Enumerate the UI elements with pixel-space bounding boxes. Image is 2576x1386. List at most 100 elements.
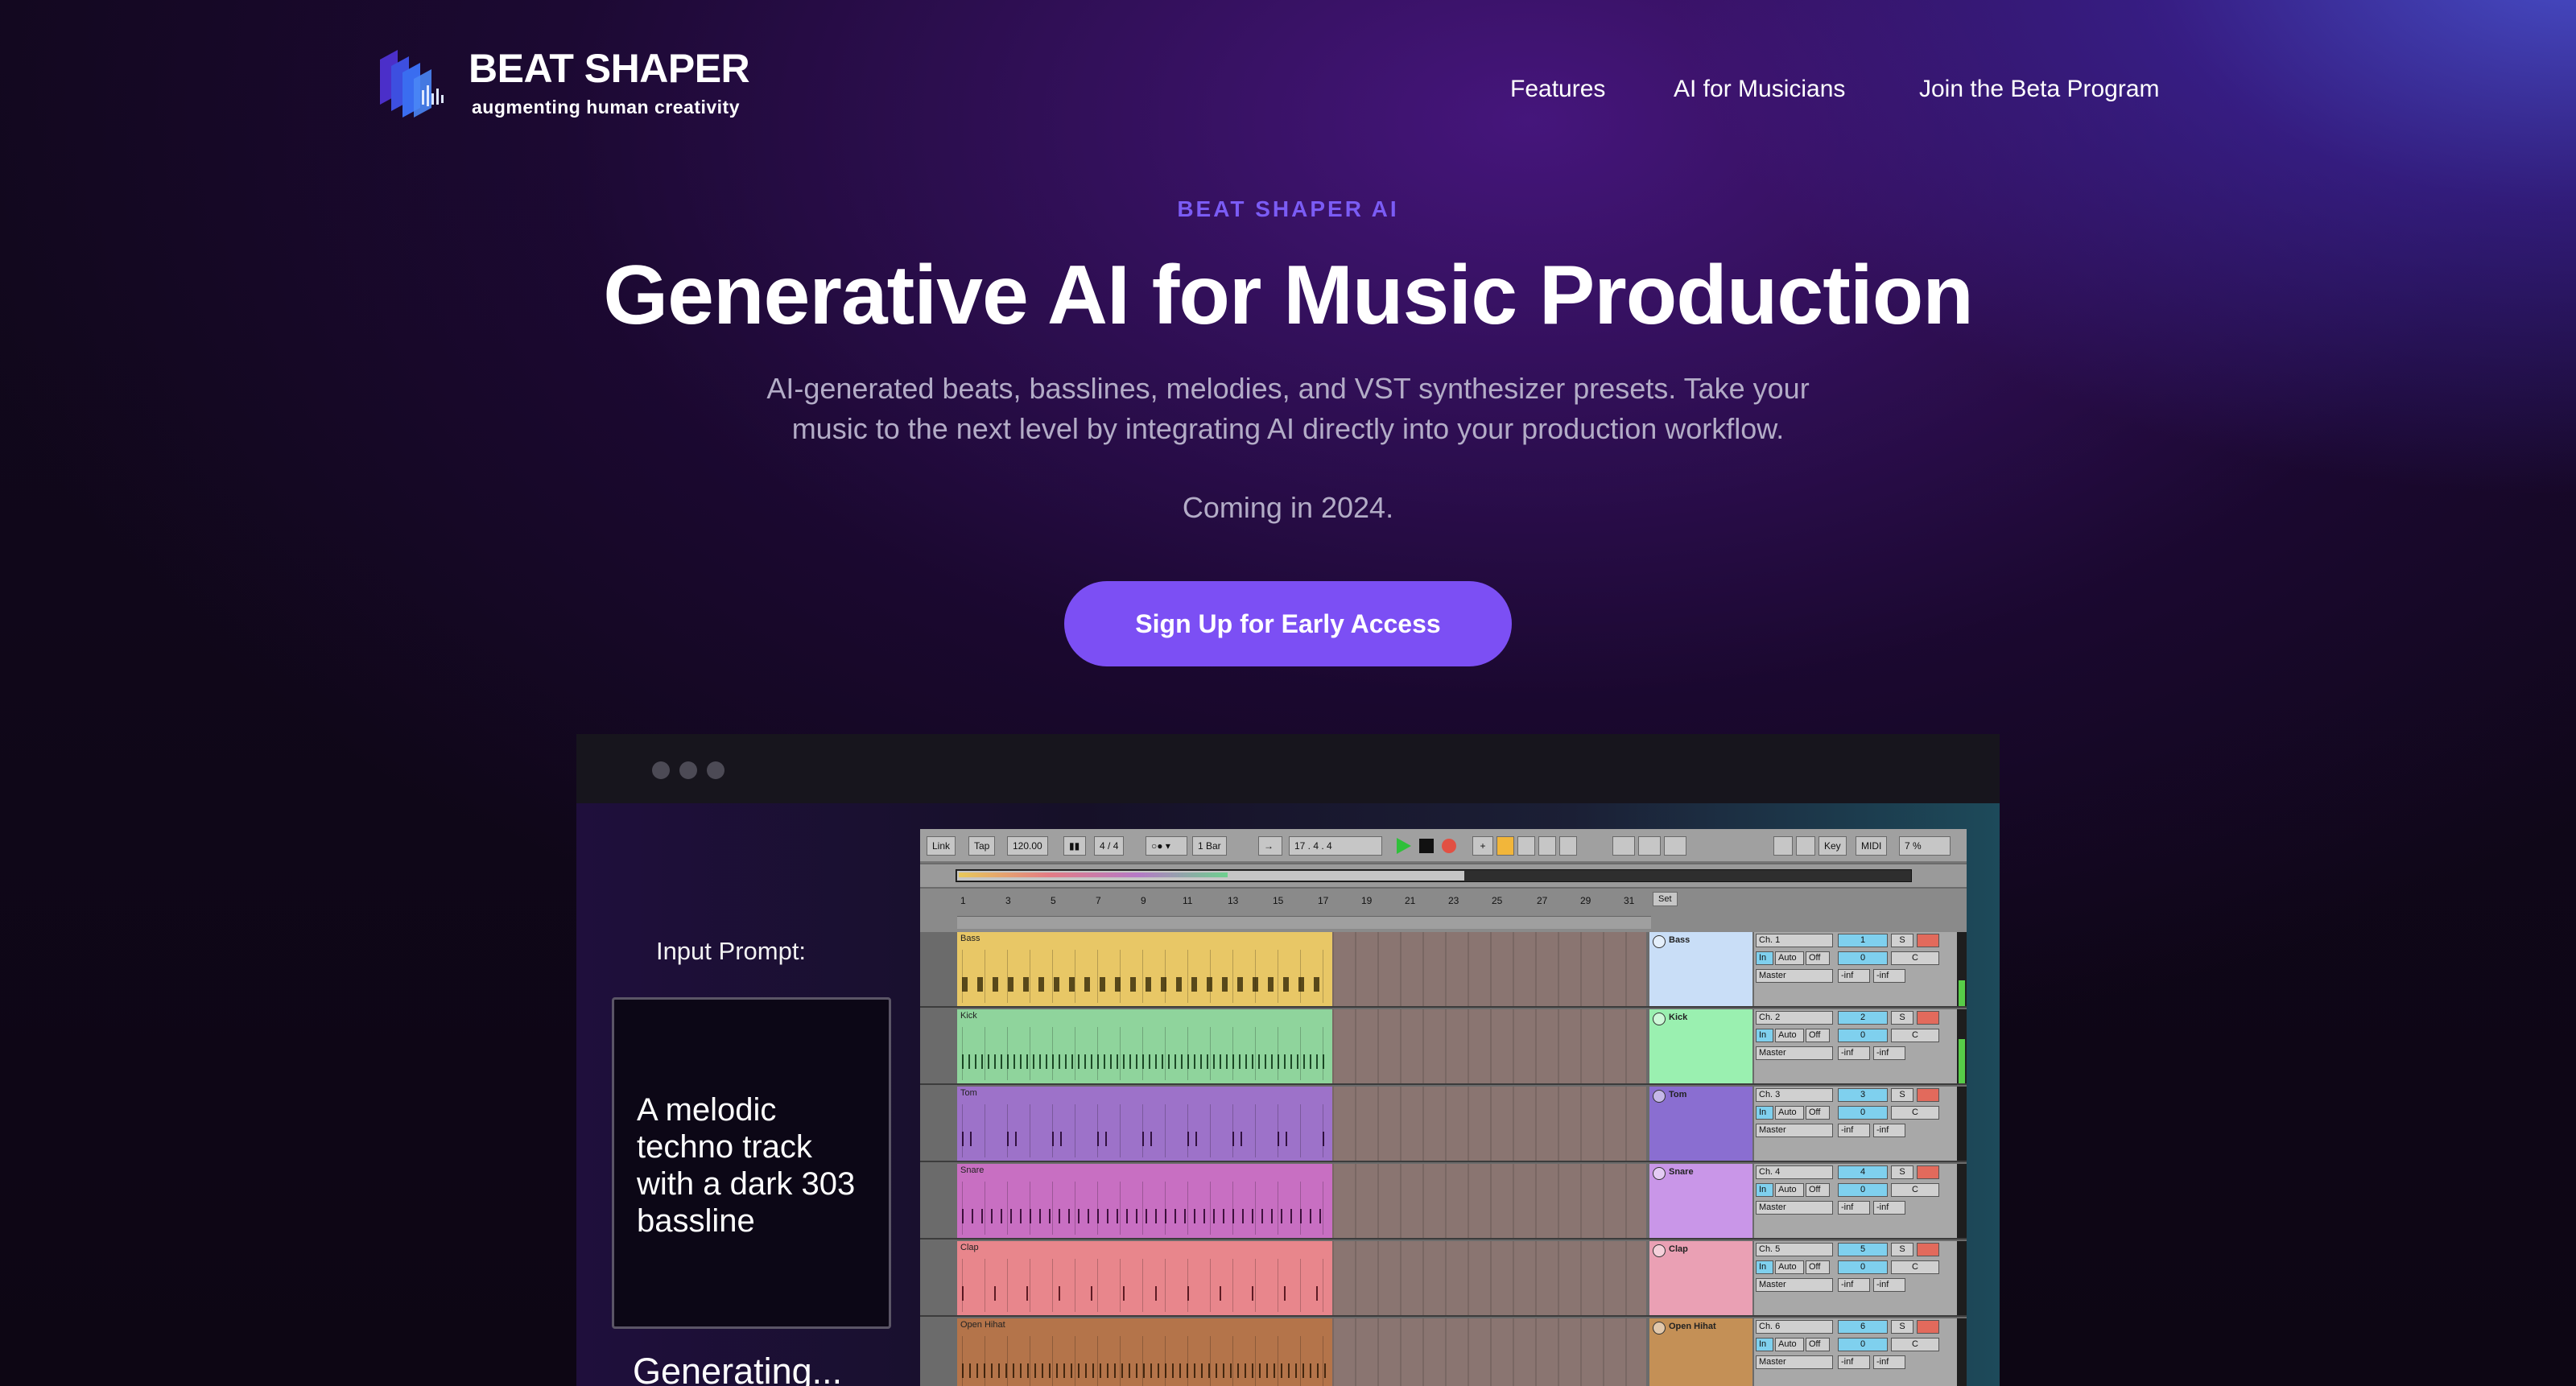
arrangement-position[interactable]: 17 . 4 . 4: [1289, 836, 1382, 856]
arm-record-icon[interactable]: [1917, 1165, 1939, 1179]
monitor-auto-button[interactable]: Auto: [1775, 1106, 1804, 1120]
track-fold-icon[interactable]: [1653, 935, 1666, 948]
track-fold-icon[interactable]: [1653, 1167, 1666, 1180]
pan-field[interactable]: C: [1891, 1338, 1939, 1351]
solo-button[interactable]: S: [1891, 1165, 1913, 1179]
track-row[interactable]: Clap Clap Ch. 5 In Auto Off Master 5 S 0: [920, 1241, 1967, 1317]
arm-record-icon[interactable]: [1917, 1243, 1939, 1256]
punch-icon[interactable]: [1538, 836, 1556, 856]
track-header[interactable]: Open Hihat: [1649, 1318, 1752, 1386]
track-row[interactable]: Open Hihat Open Hihat Ch. 6 In Auto Off …: [920, 1318, 1967, 1386]
stop-icon[interactable]: [1419, 839, 1434, 853]
empty-arrangement-area[interactable]: [1332, 1241, 1646, 1315]
track-header[interactable]: Bass: [1649, 932, 1752, 1006]
draw-mode-icon[interactable]: [1612, 836, 1635, 856]
monitor-in-button[interactable]: In: [1756, 1338, 1773, 1351]
monitor-in-button[interactable]: In: [1756, 1029, 1773, 1042]
track-header[interactable]: Snare: [1649, 1164, 1752, 1238]
midi-map-button[interactable]: MIDI: [1856, 836, 1888, 856]
early-access-signup-button[interactable]: Sign Up for Early Access: [1064, 581, 1512, 666]
track-header[interactable]: Tom: [1649, 1087, 1752, 1161]
track-header[interactable]: Clap: [1649, 1241, 1752, 1315]
solo-button[interactable]: S: [1891, 1011, 1913, 1025]
arm-record-icon[interactable]: [1917, 934, 1939, 947]
monitor-off-button[interactable]: Off: [1806, 1338, 1830, 1351]
tempo-field[interactable]: 120.00: [1007, 836, 1048, 856]
pan-field[interactable]: C: [1891, 1106, 1939, 1120]
pan-field[interactable]: C: [1891, 1183, 1939, 1197]
volume-field[interactable]: 0: [1838, 1106, 1888, 1120]
empty-arrangement-area[interactable]: [1332, 1164, 1646, 1238]
empty-arrangement-area[interactable]: [1332, 1009, 1646, 1083]
automation-arm-icon[interactable]: [1496, 836, 1514, 856]
link-button[interactable]: Link: [927, 836, 956, 856]
track-fold-icon[interactable]: [1653, 1322, 1666, 1334]
monitor-off-button[interactable]: Off: [1806, 1183, 1830, 1197]
midi-channel-select[interactable]: Ch. 5: [1756, 1243, 1833, 1256]
tap-button[interactable]: Tap: [968, 836, 996, 856]
solo-button[interactable]: S: [1891, 1088, 1913, 1102]
play-icon[interactable]: [1397, 838, 1411, 854]
metronome-icon[interactable]: ▮▮: [1063, 836, 1086, 856]
solo-button[interactable]: S: [1891, 1243, 1913, 1256]
track-activator[interactable]: 6: [1838, 1320, 1888, 1334]
midi-clip[interactable]: Clap: [957, 1241, 1332, 1315]
track-activator[interactable]: 4: [1838, 1165, 1888, 1179]
track-fold-icon[interactable]: [1653, 1244, 1666, 1257]
output-select[interactable]: Master: [1756, 1124, 1833, 1137]
track-activator[interactable]: 3: [1838, 1088, 1888, 1102]
loop-icon[interactable]: [1517, 836, 1535, 856]
monitor-auto-button[interactable]: Auto: [1775, 951, 1804, 965]
loop-brace[interactable]: [957, 916, 1651, 929]
monitor-in-button[interactable]: In: [1756, 951, 1773, 965]
monitor-off-button[interactable]: Off: [1806, 1106, 1830, 1120]
nav-link-join-beta[interactable]: Join the Beta Program: [1919, 76, 2160, 103]
grid-icon[interactable]: [1796, 836, 1815, 856]
track-activator[interactable]: 5: [1838, 1243, 1888, 1256]
track-row[interactable]: Bass Bass Ch. 1 In Auto Off Master 1 S 0: [920, 932, 1967, 1008]
nav-link-features[interactable]: Features: [1510, 76, 1605, 103]
monitor-in-button[interactable]: In: [1756, 1183, 1773, 1197]
volume-field[interactable]: 0: [1838, 951, 1888, 965]
pencil-icon[interactable]: [1773, 836, 1793, 856]
monitor-off-button[interactable]: Off: [1806, 1260, 1830, 1274]
pan-field[interactable]: C: [1891, 1260, 1939, 1274]
solo-button[interactable]: S: [1891, 1320, 1913, 1334]
arrangement-overview[interactable]: H W: [920, 864, 1967, 919]
quantize-select[interactable]: 1 Bar: [1192, 836, 1227, 856]
output-select[interactable]: Master: [1756, 1046, 1833, 1060]
volume-field[interactable]: 0: [1838, 1338, 1888, 1351]
monitor-in-button[interactable]: In: [1756, 1260, 1773, 1274]
time-signature[interactable]: 4 / 4: [1094, 836, 1125, 856]
empty-arrangement-area[interactable]: [1332, 1318, 1646, 1386]
output-select[interactable]: Master: [1756, 1355, 1833, 1369]
output-select[interactable]: Master: [1756, 1201, 1833, 1215]
volume-field[interactable]: 0: [1838, 1183, 1888, 1197]
empty-arrangement-area[interactable]: [1332, 1087, 1646, 1161]
midi-clip[interactable]: Kick: [957, 1009, 1332, 1083]
track-row[interactable]: Kick Kick Ch. 2 In Auto Off Master 2 S 0: [920, 1009, 1967, 1085]
track-row[interactable]: Snare Snare Ch. 4 In Auto Off Master 4 S…: [920, 1164, 1967, 1240]
monitor-auto-button[interactable]: Auto: [1775, 1260, 1804, 1274]
record-mode-icon[interactable]: ○● ▾: [1146, 836, 1187, 856]
curve-icon[interactable]: [1664, 836, 1686, 856]
midi-clip[interactable]: Tom: [957, 1087, 1332, 1161]
add-icon[interactable]: +: [1472, 836, 1493, 856]
monitor-auto-button[interactable]: Auto: [1775, 1029, 1804, 1042]
brand-name[interactable]: BEAT SHAPER: [469, 45, 750, 92]
arm-record-icon[interactable]: [1917, 1011, 1939, 1025]
track-fold-icon[interactable]: [1653, 1090, 1666, 1103]
monitor-auto-button[interactable]: Auto: [1775, 1183, 1804, 1197]
beat-time-ruler[interactable]: 1 3 5 7 9 11 13 15 17 19 21 23 25 27 29 …: [920, 889, 1967, 932]
session-record-icon[interactable]: [1559, 836, 1577, 856]
midi-channel-select[interactable]: Ch. 3: [1756, 1088, 1833, 1102]
arm-record-icon[interactable]: [1917, 1320, 1939, 1334]
nav-link-ai-for-musicians[interactable]: AI for Musicians: [1674, 76, 1845, 103]
set-button[interactable]: Set: [1653, 892, 1678, 906]
monitor-auto-button[interactable]: Auto: [1775, 1338, 1804, 1351]
pan-field[interactable]: C: [1891, 1029, 1939, 1042]
arm-record-icon[interactable]: [1917, 1088, 1939, 1102]
volume-field[interactable]: 0: [1838, 1260, 1888, 1274]
monitor-in-button[interactable]: In: [1756, 1106, 1773, 1120]
follow-icon[interactable]: →: [1258, 836, 1282, 856]
